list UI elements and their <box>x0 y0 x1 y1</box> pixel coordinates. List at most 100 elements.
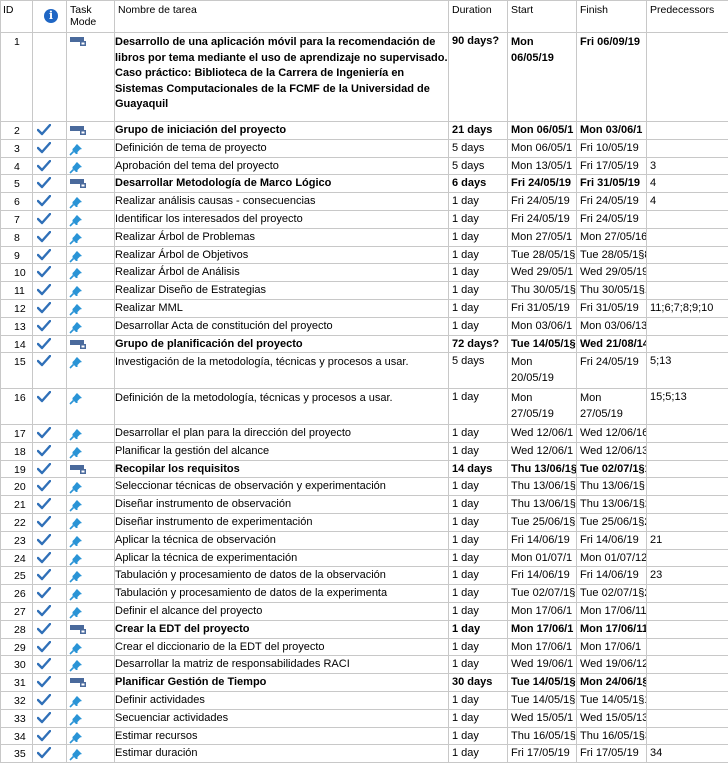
task-duration[interactable]: 1 day <box>449 246 508 264</box>
task-mode-cell[interactable] <box>67 246 115 264</box>
task-name[interactable]: Grupo de planificación del proyecto <box>115 335 449 353</box>
task-mode-cell[interactable] <box>67 531 115 549</box>
task-start[interactable]: Wed 15/05/1 <box>508 709 577 727</box>
task-name[interactable]: Aplicar la técnica de observación <box>115 531 449 549</box>
task-name[interactable]: Realizar Árbol de Objetivos <box>115 246 449 264</box>
task-row[interactable]: 2Grupo de iniciación del proyecto21 days… <box>1 122 728 140</box>
task-duration[interactable]: 1 day <box>449 193 508 211</box>
task-predecessors[interactable] <box>647 335 728 353</box>
task-mode-cell[interactable] <box>67 157 115 175</box>
task-start[interactable]: Tue 14/05/1§ <box>508 691 577 709</box>
task-name[interactable]: Diseñar instrumento de experimentación <box>115 513 449 531</box>
task-start[interactable]: Thu 16/05/1§ <box>508 727 577 745</box>
task-finish[interactable]: Mon 24/06/1§15;16;17;18 <box>577 674 647 692</box>
task-start[interactable]: Mon 17/06/1 <box>508 638 577 656</box>
task-row[interactable]: 4Aprobación del tema del proyecto5 daysM… <box>1 157 728 175</box>
task-finish[interactable]: Fri 17/05/19 <box>577 157 647 175</box>
task-row[interactable]: 3Definición de tema de proyecto5 daysMon… <box>1 139 728 157</box>
task-name[interactable]: Desarrollar Metodología de Marco Lógico <box>115 175 449 193</box>
task-mode-cell[interactable] <box>67 282 115 300</box>
task-row[interactable]: 35Estimar duración1 dayFri 17/05/19Fri 1… <box>1 745 728 763</box>
task-predecessors[interactable] <box>647 122 728 140</box>
task-name[interactable]: Realizar MML <box>115 299 449 317</box>
task-predecessors[interactable] <box>647 282 728 300</box>
task-name[interactable]: Identificar los interesados del proyecto <box>115 210 449 228</box>
task-mode-cell[interactable] <box>67 674 115 692</box>
task-mode-cell[interactable] <box>67 193 115 211</box>
task-finish[interactable]: Tue 14/05/1§13 <box>577 691 647 709</box>
task-row[interactable]: 34Estimar recursos1 dayThu 16/05/1§Thu 1… <box>1 727 728 745</box>
task-start[interactable]: Tue 25/06/1§ <box>508 513 577 531</box>
task-predecessors[interactable]: 3 <box>647 157 728 175</box>
task-start[interactable]: Fri 14/06/19 <box>508 567 577 585</box>
task-finish[interactable]: Thu 30/05/1§10 <box>577 282 647 300</box>
task-name[interactable]: Definir actividades <box>115 691 449 709</box>
task-name[interactable]: Aplicar la técnica de experimentación <box>115 549 449 567</box>
task-duration[interactable]: 90 days? <box>449 33 508 122</box>
task-row[interactable]: 5Desarrollar Metodología de Marco Lógico… <box>1 175 728 193</box>
task-row[interactable]: 15Investigación de la metodología, técni… <box>1 353 728 389</box>
task-mode-cell[interactable] <box>67 478 115 496</box>
task-row[interactable]: 20Seleccionar técnicas de observación y … <box>1 478 728 496</box>
task-predecessors[interactable]: 5;13 <box>647 353 728 389</box>
task-name[interactable]: Desarrollar el plan para la dirección de… <box>115 424 449 442</box>
task-start[interactable]: Wed 19/06/1 <box>508 656 577 674</box>
task-mode-cell[interactable] <box>67 424 115 442</box>
task-finish[interactable]: Mon 17/06/118;13;5;15;16 <box>577 602 647 620</box>
task-start[interactable]: Fri 17/05/19 <box>508 745 577 763</box>
task-finish[interactable]: Tue 02/07/1§24 <box>577 585 647 603</box>
task-predecessors[interactable] <box>647 246 728 264</box>
task-name[interactable]: Seleccionar técnicas de observación y ex… <box>115 478 449 496</box>
task-row[interactable]: 19Recopilar los requisitos14 daysThu 13/… <box>1 460 728 478</box>
task-mode-cell[interactable] <box>67 33 115 122</box>
task-start[interactable]: Mon 13/05/1 <box>508 157 577 175</box>
task-mode-cell[interactable] <box>67 389 115 425</box>
task-row[interactable]: 13Desarrollar Acta de constitución del p… <box>1 317 728 335</box>
task-finish[interactable]: Fri 31/05/19 <box>577 299 647 317</box>
task-predecessors[interactable] <box>647 496 728 514</box>
task-mode-cell[interactable] <box>67 656 115 674</box>
task-start[interactable]: Mon 06/05/1 <box>508 139 577 157</box>
task-predecessors[interactable] <box>647 602 728 620</box>
task-duration[interactable]: 1 day <box>449 567 508 585</box>
task-finish[interactable]: Thu 13/06/1§20 <box>577 496 647 514</box>
task-duration[interactable]: 1 day <box>449 264 508 282</box>
task-name[interactable]: Planificar la gestión del alcance <box>115 442 449 460</box>
task-finish[interactable]: Tue 28/05/1§8 <box>577 246 647 264</box>
task-duration[interactable]: 1 day <box>449 656 508 674</box>
task-mode-cell[interactable] <box>67 585 115 603</box>
task-name[interactable]: Planificar Gestión de Tiempo <box>115 674 449 692</box>
task-name[interactable]: Recopilar los requisitos <box>115 460 449 478</box>
task-duration[interactable]: 72 days? <box>449 335 508 353</box>
task-start[interactable]: Wed 12/06/1 <box>508 424 577 442</box>
task-mode-cell[interactable] <box>67 496 115 514</box>
task-duration[interactable]: 6 days <box>449 175 508 193</box>
task-start[interactable]: Tue 28/05/1§ <box>508 246 577 264</box>
task-predecessors[interactable] <box>647 33 728 122</box>
task-name[interactable]: Tabulación y procesamiento de datos de l… <box>115 567 449 585</box>
task-row[interactable]: 29Crear el diccionario de la EDT del pro… <box>1 638 728 656</box>
task-duration[interactable]: 21 days <box>449 122 508 140</box>
task-finish[interactable]: Fri 31/05/19 <box>577 175 647 193</box>
task-row[interactable]: 23Aplicar la técnica de observación1 day… <box>1 531 728 549</box>
task-mode-cell[interactable] <box>67 210 115 228</box>
task-finish[interactable]: Wed 21/08/14 <box>577 335 647 353</box>
task-finish[interactable]: Fri 14/06/19 <box>577 531 647 549</box>
task-predecessors[interactable] <box>647 139 728 157</box>
task-finish[interactable]: Mon 27/05/19 <box>577 389 647 425</box>
task-predecessors[interactable] <box>647 424 728 442</box>
task-mode-cell[interactable] <box>67 727 115 745</box>
task-finish[interactable]: Mon 27/05/16;7 <box>577 228 647 246</box>
task-duration[interactable]: 1 day <box>449 424 508 442</box>
task-row[interactable]: 30Desarrollar la matriz de responsabilid… <box>1 656 728 674</box>
task-name[interactable]: Realizar análisis causas - consecuencias <box>115 193 449 211</box>
task-predecessors[interactable] <box>647 620 728 638</box>
task-start[interactable]: Mon 03/06/1 <box>508 317 577 335</box>
task-mode-cell[interactable] <box>67 620 115 638</box>
task-name[interactable]: Desarrollar Acta de constitución del pro… <box>115 317 449 335</box>
task-duration[interactable]: 1 day <box>449 210 508 228</box>
task-row[interactable]: 27Definir el alcance del proyecto1 dayMo… <box>1 602 728 620</box>
task-mode-cell[interactable] <box>67 709 115 727</box>
task-row[interactable]: 31Planificar Gestión de Tiempo30 daysTue… <box>1 674 728 692</box>
task-predecessors[interactable] <box>647 264 728 282</box>
